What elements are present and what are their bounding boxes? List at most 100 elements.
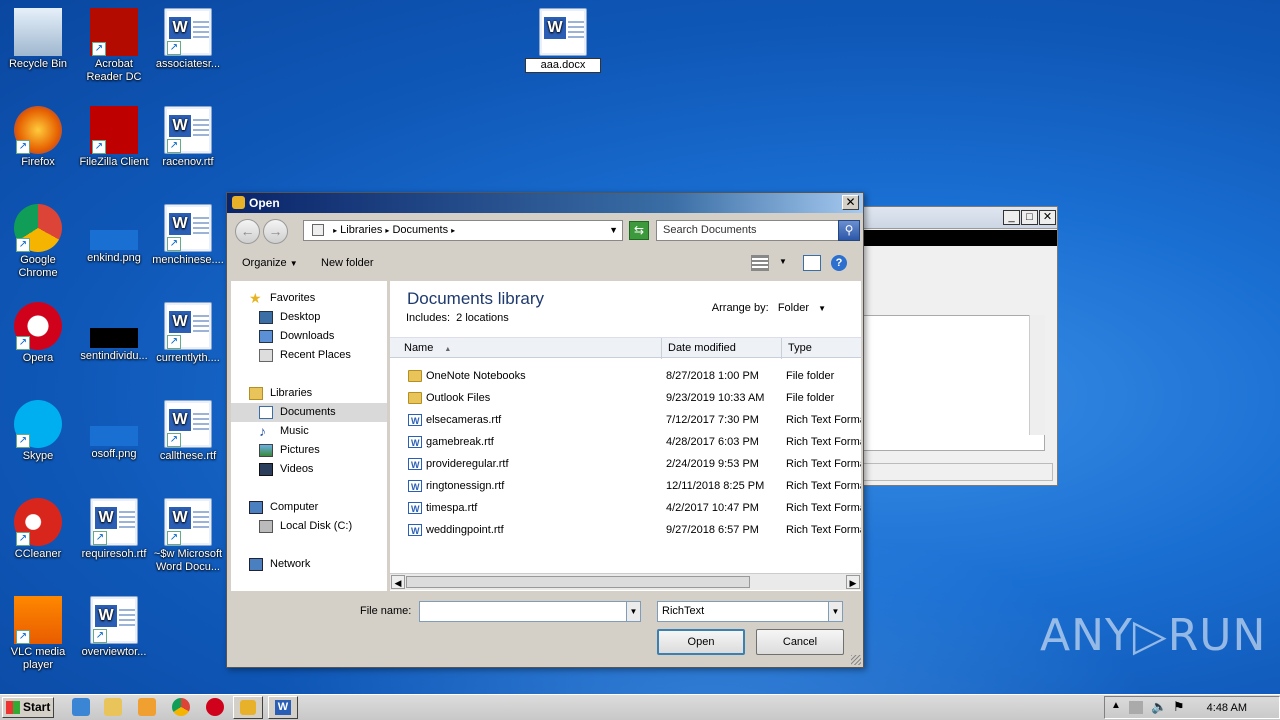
background-window-titlebar[interactable]: _ □ ✕ xyxy=(863,207,1057,229)
open-button[interactable]: Open xyxy=(657,629,745,655)
minimize-icon[interactable]: _ xyxy=(1003,210,1020,225)
desktop-icon-item[interactable]: ↗ racenov.rtf xyxy=(150,106,226,169)
nav-documents[interactable]: Documents xyxy=(231,403,387,422)
desktop-icon-item[interactable]: ↗ ~$w Microsoft Word Docu... xyxy=(150,498,226,574)
nav-network[interactable]: Network xyxy=(231,555,387,574)
breadcrumb-documents[interactable]: Documents xyxy=(392,224,448,236)
chrome-icon[interactable] xyxy=(172,698,190,716)
search-icon[interactable]: ⚲ xyxy=(838,220,860,241)
network-tray-icon[interactable] xyxy=(1129,701,1143,714)
desktop-icon-item[interactable]: enkind.png xyxy=(76,204,152,265)
nav-local-disk[interactable]: Local Disk (C:) xyxy=(231,517,387,536)
desktop-icon-item[interactable]: ↗ FileZilla Client xyxy=(76,106,152,169)
file-name-dropdown-icon[interactable]: ▼ xyxy=(626,601,641,622)
cancel-button[interactable]: Cancel xyxy=(756,629,844,655)
maximize-icon[interactable]: □ xyxy=(1021,210,1038,225)
file-row[interactable]: Outlook Files 9/23/2019 10:33 AM File fold… xyxy=(390,387,861,409)
nav-pictures[interactable]: Pictures xyxy=(231,441,387,460)
watermark: ANY▷RUN xyxy=(1040,610,1267,661)
file-row[interactable]: weddingpoint.rtf 9/27/2018 6:57 PM Rich Te… xyxy=(390,519,861,542)
breadcrumb-separator-icon[interactable]: ▸ xyxy=(385,226,389,235)
chevron-down-icon[interactable]: ▼ xyxy=(818,304,826,313)
column-date[interactable]: Date modified xyxy=(662,338,782,359)
desktop-icon-item[interactable]: ↗ Acrobat Reader DC xyxy=(76,8,152,84)
nav-libraries[interactable]: Libraries xyxy=(231,384,387,403)
close-button[interactable]: ✕ xyxy=(842,195,859,210)
back-button[interactable]: ← xyxy=(235,219,260,244)
file-row[interactable]: ringtonessign.rtf 12/11/2018 8:25 PM Rich … xyxy=(390,475,861,498)
file-row[interactable]: timespa.rtf 4/2/2017 10:47 PM Rich Text Fo… xyxy=(390,497,861,520)
dialog-titlebar[interactable]: Open ✕ xyxy=(227,193,863,213)
view-dropdown-icon[interactable]: ▼ xyxy=(779,257,787,266)
forward-button[interactable]: → xyxy=(263,219,288,244)
organize-button[interactable]: Organize ▼ xyxy=(242,257,298,269)
nav-recent-places[interactable]: Recent Places xyxy=(231,346,387,365)
desktop-icon-item[interactable]: Recycle Bin xyxy=(0,8,76,71)
media-player-icon[interactable] xyxy=(138,698,156,716)
desktop-icon-item[interactable]: aaa.docx xyxy=(525,8,601,73)
desktop-icon-item[interactable]: ↗ Skype xyxy=(0,400,76,463)
open-dialog[interactable]: Open ✕ ← → ▸ Libraries ▸ Documents ▸ ▼ ⇆… xyxy=(226,192,864,668)
file-type-dropdown-icon[interactable]: ▼ xyxy=(828,601,843,622)
scroll-left-icon[interactable]: ◀ xyxy=(391,575,405,589)
taskbar-word[interactable]: W xyxy=(268,696,298,719)
show-hidden-icon[interactable]: ▲ xyxy=(1111,700,1121,711)
file-row[interactable]: gamebreak.rtf 4/28/2017 6:03 PM Rich Text … xyxy=(390,431,861,454)
refresh-button[interactable]: ⇆ xyxy=(629,221,649,240)
nav-favorites[interactable]: ★ Favorites xyxy=(231,289,387,308)
taskbar-open-dialog[interactable] xyxy=(233,696,263,719)
new-folder-button[interactable]: New folder xyxy=(321,257,374,269)
start-button[interactable]: Start xyxy=(2,697,54,718)
desktop-icon-item[interactable]: ↗ CCleaner xyxy=(0,498,76,561)
desktop-icon-item[interactable]: ↗ overviewtor... xyxy=(76,596,152,659)
desktop-icon-item[interactable]: ↗ Firefox xyxy=(0,106,76,169)
ie-icon[interactable] xyxy=(72,698,90,716)
explorer-icon[interactable] xyxy=(104,698,122,716)
background-window-content[interactable] xyxy=(863,315,1045,451)
desktop-icon-item[interactable]: ↗ Opera xyxy=(0,302,76,365)
background-window[interactable]: _ □ ✕ xyxy=(862,206,1058,486)
background-window-vscroll[interactable] xyxy=(1029,315,1045,435)
column-name[interactable]: Name ▲ xyxy=(390,338,662,359)
file-type-select[interactable]: RichText ▼ xyxy=(657,601,843,622)
desktop-icon-item[interactable]: ↗ menchinese.... xyxy=(150,204,226,267)
desktop-icon-item[interactable]: ↗ associatesr... xyxy=(150,8,226,71)
clock[interactable]: 4:48 AM xyxy=(1207,702,1247,714)
volume-icon[interactable]: 🔈 xyxy=(1151,699,1167,715)
horizontal-scrollbar[interactable]: ◀ ▶ xyxy=(390,573,861,590)
desktop-icon-item[interactable]: osoff.png xyxy=(76,400,152,461)
desktop-icon-item[interactable]: ↗ requiresoh.rtf xyxy=(76,498,152,561)
address-dropdown-icon[interactable]: ▼ xyxy=(609,221,618,240)
desktop-icon-item[interactable]: ↗ VLC media player xyxy=(0,596,76,672)
desktop-icon-item[interactable]: sentindividu... xyxy=(76,302,152,363)
opera-icon[interactable] xyxy=(206,698,224,716)
locations-link[interactable]: 2 locations xyxy=(456,312,509,324)
scroll-thumb[interactable] xyxy=(406,576,750,588)
breadcrumb-separator-icon[interactable]: ▸ xyxy=(451,226,455,235)
nav-computer[interactable]: Computer xyxy=(231,498,387,517)
column-type[interactable]: Type xyxy=(782,338,861,359)
desktop-icon-item[interactable]: ↗ callthese.rtf xyxy=(150,400,226,463)
action-center-icon[interactable]: ⚑ xyxy=(1173,699,1185,715)
view-options-icon[interactable] xyxy=(751,255,769,271)
nav-music[interactable]: ♪ Music xyxy=(231,422,387,441)
resize-grip-icon[interactable] xyxy=(851,655,861,665)
file-row[interactable]: provideregular.rtf 2/24/2019 9:53 PM Rich … xyxy=(390,453,861,476)
nav-desktop[interactable]: Desktop xyxy=(231,308,387,327)
desktop-icon-item[interactable]: ↗ Google Chrome xyxy=(0,204,76,280)
search-input[interactable]: Search Documents ⚲ xyxy=(656,220,860,241)
preview-pane-icon[interactable] xyxy=(803,255,821,271)
file-name-input[interactable]: ▼ xyxy=(419,601,641,622)
close-icon[interactable]: ✕ xyxy=(1039,210,1056,225)
file-type-value: RichText xyxy=(662,605,705,617)
nav-videos[interactable]: Videos xyxy=(231,460,387,479)
breadcrumb-libraries[interactable]: Libraries xyxy=(340,224,382,236)
nav-downloads[interactable]: Downloads xyxy=(231,327,387,346)
desktop-icon-item[interactable]: ↗ currentlyth.... xyxy=(150,302,226,365)
scroll-right-icon[interactable]: ▶ xyxy=(846,575,860,589)
arrange-dropdown[interactable]: Folder xyxy=(778,302,809,314)
file-row[interactable]: elsecameras.rtf 7/12/2017 7:30 PM Rich Tex… xyxy=(390,409,861,432)
address-bar[interactable]: ▸ Libraries ▸ Documents ▸ ▼ xyxy=(303,220,623,241)
help-icon[interactable]: ? xyxy=(831,255,847,271)
file-row[interactable]: OneNote Notebooks 8/27/2018 1:00 PM File f… xyxy=(390,365,861,387)
